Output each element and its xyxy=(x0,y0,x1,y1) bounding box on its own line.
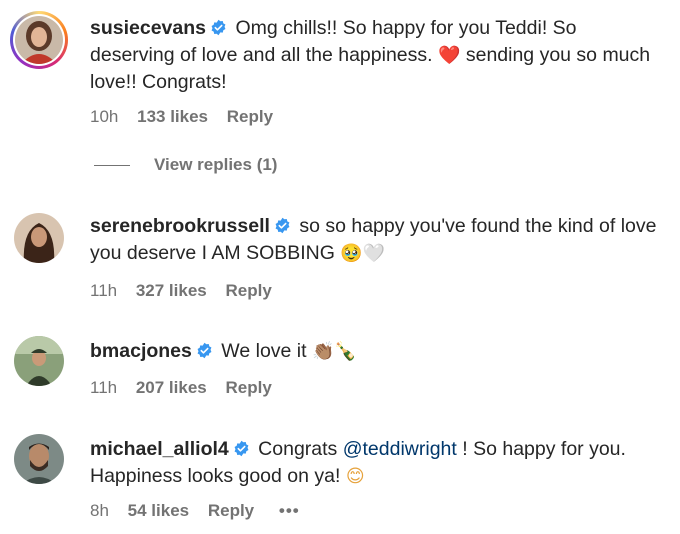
avatar[interactable] xyxy=(14,434,64,484)
verified-badge-icon xyxy=(233,440,250,457)
more-options-icon[interactable]: ••• xyxy=(279,501,300,520)
heart-emoji-icon: ❤️ xyxy=(438,44,461,66)
comment-username[interactable]: bmacjones xyxy=(90,340,192,362)
verified-badge-icon xyxy=(274,217,291,234)
verified-badge-icon xyxy=(196,342,213,359)
comment-time[interactable]: 8h xyxy=(90,501,109,520)
likes-count[interactable]: 207 likes xyxy=(136,378,207,397)
view-replies-button[interactable]: View replies (1) xyxy=(94,155,277,175)
reply-button[interactable]: Reply xyxy=(225,378,271,397)
likes-count[interactable]: 54 likes xyxy=(128,501,189,520)
comment-text: We love it xyxy=(221,340,307,362)
reply-button[interactable]: Reply xyxy=(225,281,271,300)
comment-username[interactable]: serenebrookrussell xyxy=(90,215,270,237)
likes-count[interactable]: 133 likes xyxy=(137,107,208,126)
avatar-image xyxy=(14,213,64,263)
comment-username[interactable]: michael_alliol4 xyxy=(90,438,229,460)
avatar[interactable] xyxy=(10,11,68,69)
smile-emoji-icon: 😊 xyxy=(345,465,365,487)
verified-badge-icon xyxy=(210,19,227,36)
comment-meta: 11h 327 likes Reply xyxy=(90,281,286,301)
avatar-image xyxy=(14,434,64,484)
mention-link[interactable]: @teddiwright xyxy=(343,438,457,460)
comment-time[interactable]: 11h xyxy=(90,281,117,300)
likes-count[interactable]: 327 likes xyxy=(136,281,207,300)
reply-button[interactable]: Reply xyxy=(227,107,273,126)
view-replies-label[interactable]: View replies (1) xyxy=(154,155,277,175)
comment-text: Congrats xyxy=(258,438,338,460)
reply-button[interactable]: Reply xyxy=(208,501,254,520)
comment-time[interactable]: 11h xyxy=(90,378,117,397)
comment-username[interactable]: susiecevans xyxy=(90,17,206,39)
clap-champagne-emoji-icon: 👏🏽🍾 xyxy=(311,341,357,362)
avatar[interactable] xyxy=(14,336,64,386)
comment-meta: 10h 133 likes Reply xyxy=(90,107,287,127)
comment-meta: 11h 207 likes Reply xyxy=(90,378,286,398)
crying-heart-emoji-icon: 🥹🤍 xyxy=(340,242,386,264)
comment-meta: 8h 54 likes Reply ••• xyxy=(90,501,314,521)
avatar-image xyxy=(15,16,63,64)
avatar-image xyxy=(14,336,64,386)
comment-time[interactable]: 10h xyxy=(90,107,118,126)
replies-divider xyxy=(94,164,130,166)
avatar[interactable] xyxy=(14,213,64,263)
